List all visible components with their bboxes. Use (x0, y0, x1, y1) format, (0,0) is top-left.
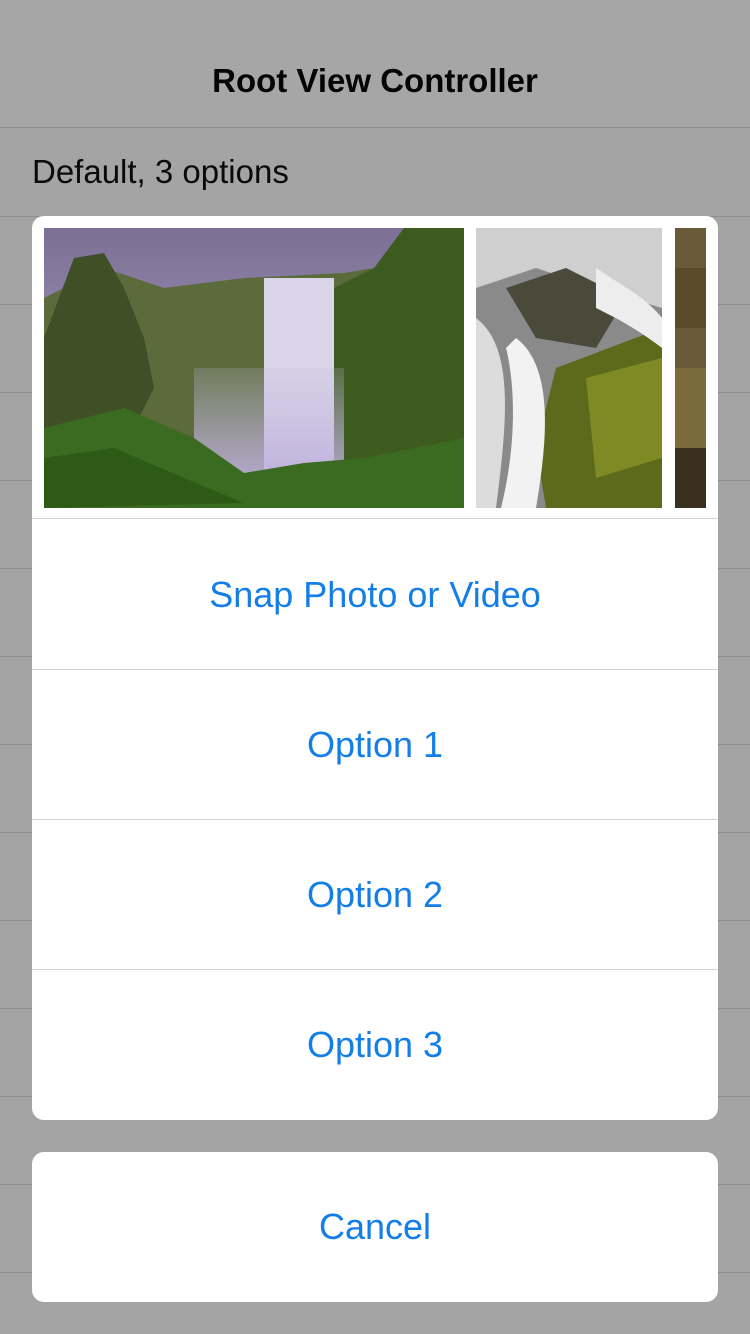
photo-thumbnail[interactable] (476, 228, 662, 508)
action-sheet: Snap Photo or Video Option 1 Option 2 Op… (32, 216, 718, 1120)
partial-photo (675, 228, 706, 508)
photo-carousel[interactable] (32, 216, 718, 519)
option-2-button[interactable]: Option 2 (32, 820, 718, 970)
waterfall-canyon-photo (44, 228, 464, 508)
option-1-button[interactable]: Option 1 (32, 670, 718, 820)
table-row[interactable]: Default, 3 options (0, 129, 750, 217)
waterfall-rocks-photo (476, 228, 662, 508)
snap-photo-or-video-button[interactable]: Snap Photo or Video (32, 520, 718, 670)
table-row-label: Default, 3 options (32, 153, 289, 190)
cancel-button[interactable]: Cancel (32, 1152, 718, 1302)
option-3-button[interactable]: Option 3 (32, 970, 718, 1120)
navigation-bar: Root View Controller (0, 0, 750, 128)
photo-thumbnail[interactable] (44, 228, 464, 508)
nav-title: Root View Controller (212, 62, 538, 99)
photo-thumbnail[interactable] (675, 228, 706, 508)
